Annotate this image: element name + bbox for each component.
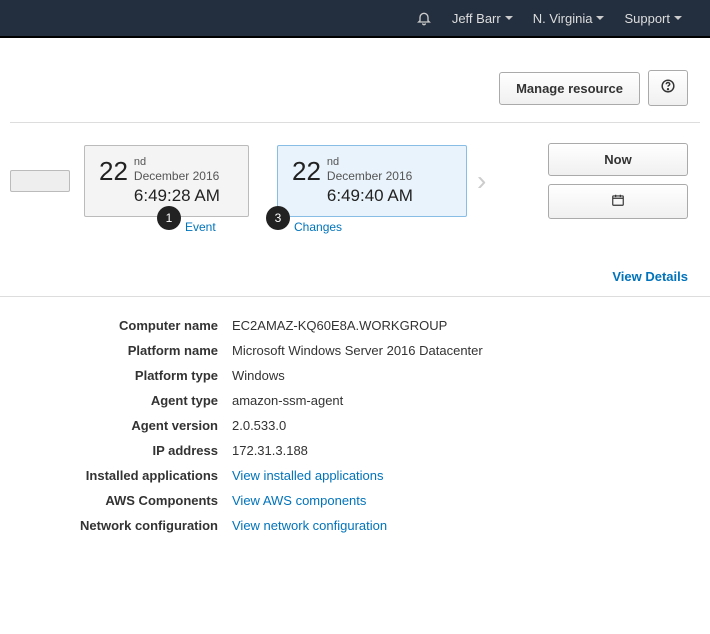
label-platform-type: Platform type (22, 368, 232, 383)
detail-row: Agent version 2.0.533.0 (22, 413, 688, 438)
support-label: Support (624, 11, 670, 26)
time: 6:49:40 AM (327, 186, 413, 206)
label-installed-apps: Installed applications (22, 468, 232, 483)
value-agent-type: amazon-ssm-agent (232, 393, 343, 408)
chevron-down-icon (596, 16, 604, 20)
day-number: 22 (99, 156, 128, 187)
label-ip-address: IP address (22, 443, 232, 458)
link-installed-apps[interactable]: View installed applications (232, 468, 384, 483)
chevron-down-icon (674, 16, 682, 20)
detail-row: Platform type Windows (22, 363, 688, 388)
timeline-card-partial[interactable] (10, 170, 70, 192)
timeline-card-event[interactable]: 22 nd December 2016 6:49:28 AM 1 Event (84, 145, 249, 217)
manage-resource-button[interactable]: Manage resource (499, 72, 640, 105)
timeline-controls: Now (548, 143, 688, 219)
label-network-config: Network configuration (22, 518, 232, 533)
value-computer-name: EC2AMAZ-KQ60E8A.WORKGROUP (232, 318, 447, 333)
chevron-right-icon[interactable]: › (467, 165, 496, 197)
region-menu[interactable]: N. Virginia (525, 11, 613, 26)
link-network-config[interactable]: View network configuration (232, 518, 387, 533)
event-link[interactable]: Event (185, 220, 216, 234)
detail-row: IP address 172.31.3.188 (22, 438, 688, 463)
help-icon (661, 79, 675, 97)
resource-details: Computer name EC2AMAZ-KQ60E8A.WORKGROUP … (0, 296, 710, 568)
day-number: 22 (292, 156, 321, 187)
user-menu[interactable]: Jeff Barr (444, 11, 521, 26)
label-aws-components: AWS Components (22, 493, 232, 508)
value-ip-address: 172.31.3.188 (232, 443, 308, 458)
support-menu[interactable]: Support (616, 11, 690, 26)
help-button[interactable] (648, 70, 688, 106)
view-details-row: View Details (0, 229, 710, 296)
calendar-button[interactable] (548, 184, 688, 219)
detail-row: Installed applications View installed ap… (22, 463, 688, 488)
value-platform-type: Windows (232, 368, 285, 383)
changes-link[interactable]: Changes (294, 220, 342, 234)
timeline: 22 nd December 2016 6:49:28 AM 1 Event 2… (0, 123, 710, 229)
day-suffix: nd (134, 156, 220, 169)
now-button[interactable]: Now (548, 143, 688, 176)
value-platform-name: Microsoft Windows Server 2016 Datacenter (232, 343, 483, 358)
label-agent-version: Agent version (22, 418, 232, 433)
detail-row: Network configuration View network confi… (22, 513, 688, 538)
changes-count-badge: 3 (266, 206, 290, 230)
detail-row: AWS Components View AWS components (22, 488, 688, 513)
view-details-link[interactable]: View Details (612, 269, 688, 284)
month-year: December 2016 (327, 169, 413, 183)
time: 6:49:28 AM (134, 186, 220, 206)
notifications-icon[interactable] (408, 10, 440, 26)
detail-row: Computer name EC2AMAZ-KQ60E8A.WORKGROUP (22, 313, 688, 338)
label-computer-name: Computer name (22, 318, 232, 333)
event-count-badge: 1 (157, 206, 181, 230)
month-year: December 2016 (134, 169, 220, 183)
timeline-card-changes[interactable]: 22 nd December 2016 6:49:40 AM 3 Changes (277, 145, 467, 217)
label-agent-type: Agent type (22, 393, 232, 408)
value-agent-version: 2.0.533.0 (232, 418, 286, 433)
link-aws-components[interactable]: View AWS components (232, 493, 366, 508)
user-name: Jeff Barr (452, 11, 501, 26)
chevron-down-icon (505, 16, 513, 20)
calendar-icon (610, 193, 626, 210)
detail-row: Platform name Microsoft Windows Server 2… (22, 338, 688, 363)
page-toolbar: Manage resource (0, 38, 710, 122)
detail-row: Agent type amazon-ssm-agent (22, 388, 688, 413)
region-name: N. Virginia (533, 11, 593, 26)
topbar: Jeff Barr N. Virginia Support (0, 0, 710, 38)
day-suffix: nd (327, 156, 413, 169)
label-platform-name: Platform name (22, 343, 232, 358)
